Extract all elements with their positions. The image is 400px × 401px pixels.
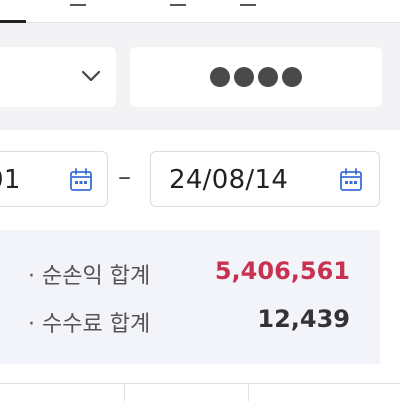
net-profit-label: · 순손익 합계 <box>28 264 151 289</box>
account-select[interactable] <box>0 47 116 107</box>
end-date-text: 24/08/14 <box>169 165 289 195</box>
mask-dot <box>282 67 302 87</box>
fee-label: · 수수료 합계 <box>28 312 151 337</box>
calendar-icon[interactable] <box>69 167 93 193</box>
table-header-edge <box>0 383 400 401</box>
tab-fragment[interactable] <box>70 0 86 6</box>
mask-dot <box>234 67 254 87</box>
filter-area <box>0 23 400 130</box>
end-date-field[interactable]: 24/08/14 <box>150 151 380 207</box>
tab-fragment[interactable] <box>170 0 186 6</box>
net-profit-value: 5,406,561 <box>214 257 350 285</box>
start-date-text: 01 <box>0 165 21 195</box>
summary-panel: · 순손익 합계 5,406,561 · 수수료 합계 12,439 <box>0 230 380 364</box>
mask-dot <box>210 67 230 87</box>
password-field[interactable] <box>130 47 382 107</box>
tab-strip <box>0 0 400 23</box>
mask-dot <box>258 67 278 87</box>
date-range-separator: – <box>118 162 131 192</box>
column-divider <box>248 384 249 401</box>
fee-value: 12,439 <box>257 305 350 333</box>
net-profit-row: · 순손익 합계 5,406,561 <box>0 256 380 292</box>
tab-fragment[interactable] <box>240 0 256 6</box>
column-divider <box>124 384 125 401</box>
fee-row: · 수수료 합계 12,439 <box>0 304 380 340</box>
chevron-down-icon <box>81 70 101 82</box>
start-date-field[interactable]: 01 <box>0 151 108 207</box>
calendar-icon[interactable] <box>339 167 363 193</box>
